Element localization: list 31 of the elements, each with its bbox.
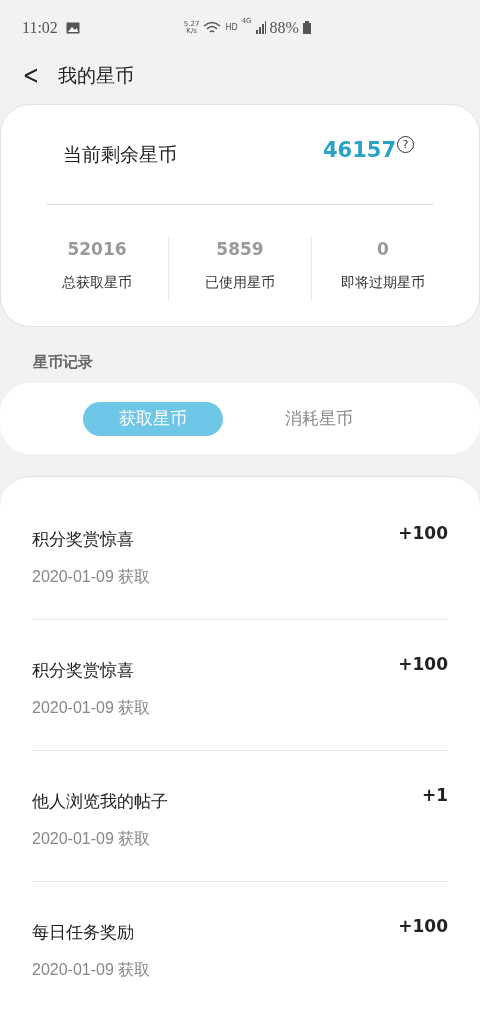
balance-label: 当前剩余星币 [63,142,177,168]
stat-value: 5859 [216,238,264,261]
status-time: 11:02 [22,17,58,38]
record-title: 积分奖赏惊喜 [32,659,135,682]
hd-label: HD [225,21,238,34]
back-button[interactable]: < [20,61,40,88]
record-date: 2020-01-09 获取 [32,697,151,718]
record-date: 2020-01-09 获取 [32,959,151,980]
record-amount: +100 [398,915,448,938]
section-title: 星币记录 [33,351,94,373]
battery-icon [302,21,311,35]
stat-label: 已使用星币 [205,273,275,293]
stat-label: 总获取星币 [62,273,132,293]
page-title: 我的星币 [58,62,134,88]
battery-percent: 88% [269,17,299,38]
record-amount: +100 [398,653,448,676]
record-amount: +100 [398,522,448,545]
record-date: 2020-01-09 获取 [32,566,151,587]
record-title: 每日任务奖励 [32,921,135,944]
stat-label: 即将过期星币 [341,273,425,293]
record-title: 积分奖赏惊喜 [32,528,135,551]
record-title: 他人浏览我的帖子 [32,790,168,813]
image-icon [65,21,80,34]
tab[interactable]: 消耗星币 [249,401,389,436]
stat-value: 0 [377,238,389,261]
stat-value: 52016 [67,238,127,261]
wifi-icon [203,20,222,35]
record-amount: +1 [421,784,448,807]
record-date: 2020-01-09 获取 [32,828,152,849]
signal-icon [255,21,266,35]
balance-value: 46157 [322,136,396,164]
